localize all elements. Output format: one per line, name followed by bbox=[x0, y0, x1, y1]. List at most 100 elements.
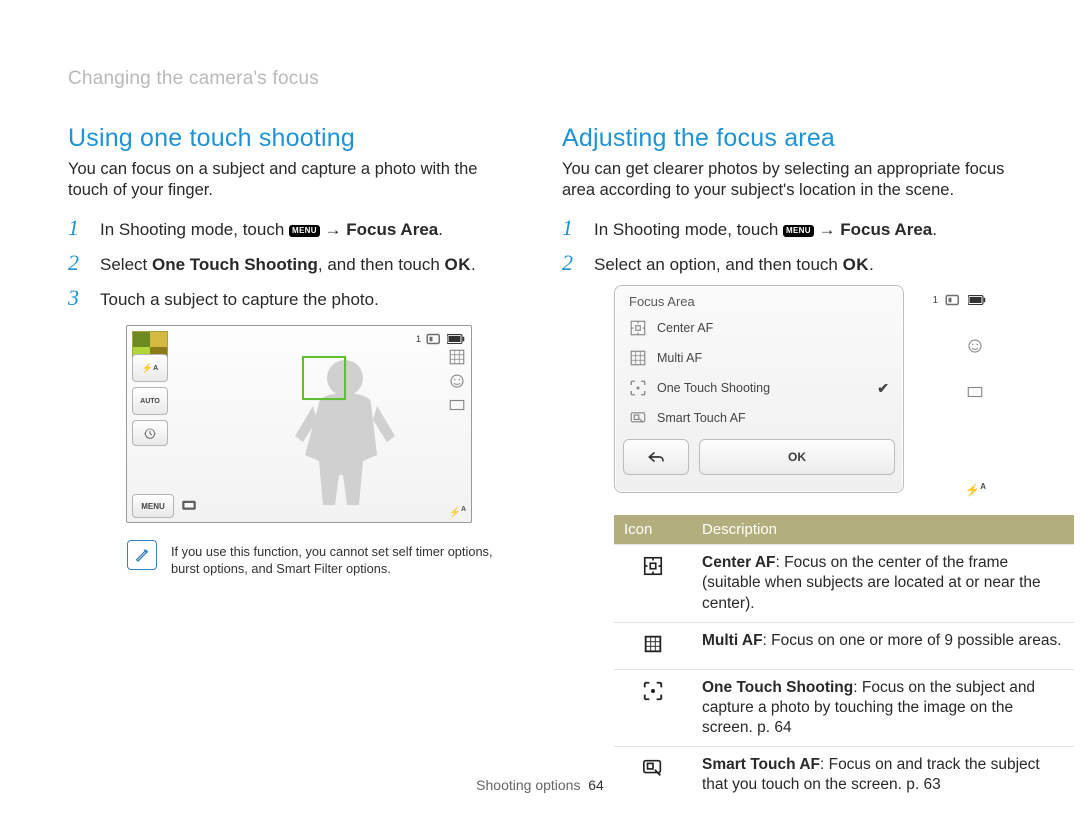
arrow-icon: → bbox=[819, 220, 841, 239]
note-box: If you use this function, you cannot set… bbox=[126, 539, 518, 579]
preview-right-icons bbox=[448, 348, 466, 414]
focus-box bbox=[302, 356, 346, 400]
face-icon bbox=[966, 337, 984, 355]
shot-counter: 1 bbox=[416, 334, 421, 344]
table-row: Center AF: Focus on the center of the fr… bbox=[614, 545, 1074, 622]
storage-icon bbox=[425, 330, 443, 348]
option-center-af[interactable]: Center AF bbox=[623, 313, 895, 343]
camera-preview: 1 ⚡A AUTO ME bbox=[126, 325, 472, 523]
note-icon bbox=[127, 540, 157, 570]
multi-af-icon bbox=[614, 622, 692, 669]
preview-top-status: 1 bbox=[416, 330, 465, 348]
one-touch-icon bbox=[614, 669, 692, 746]
step2-tail: . bbox=[471, 255, 476, 274]
smart-touch-icon bbox=[614, 747, 692, 804]
grid-icon bbox=[448, 348, 466, 366]
dialog-title: Focus Area bbox=[629, 294, 895, 309]
check-icon: ✔ bbox=[877, 380, 889, 397]
breadcrumb: Changing the camera's focus bbox=[68, 68, 1012, 90]
row-bold: One Touch Shooting bbox=[702, 679, 853, 696]
menu-icon: MENU bbox=[783, 225, 814, 237]
step-text: Touch a subject to capture the photo. bbox=[100, 290, 379, 310]
storage-icon bbox=[944, 291, 962, 309]
menu-icon: MENU bbox=[289, 225, 320, 237]
footer-section: Shooting options bbox=[476, 777, 580, 793]
flash-button[interactable]: ⚡A bbox=[132, 354, 168, 382]
step-text: In Shooting mode, touch MENU → Focus Are… bbox=[100, 220, 443, 240]
table-row: Smart Touch AF: Focus on and track the s… bbox=[614, 747, 1074, 804]
focus-area-dialog: Focus Area Center AF Multi AF One Touch … bbox=[614, 285, 904, 493]
step2-pre: Select bbox=[100, 255, 152, 274]
table-row: One Touch Shooting: Focus on the subject… bbox=[614, 669, 1074, 746]
step2-bold: One Touch Shooting bbox=[152, 255, 318, 274]
iso-icon bbox=[448, 396, 466, 414]
smart-touch-icon bbox=[629, 409, 647, 427]
desc-cell: One Touch Shooting: Focus on the subject… bbox=[692, 669, 1074, 746]
center-af-icon bbox=[629, 319, 647, 337]
option-multi-af[interactable]: Multi AF bbox=[623, 343, 895, 373]
footer-page: 64 bbox=[588, 777, 604, 793]
ok-icon: OK bbox=[843, 255, 870, 274]
row-rest: : Focus on one or more of 9 possible are… bbox=[763, 632, 1062, 649]
col-left: Using one touch shooting You can focus o… bbox=[68, 124, 518, 803]
option-smart-touch[interactable]: Smart Touch AF bbox=[623, 403, 895, 433]
flash-indicator: ⚡A bbox=[448, 506, 466, 518]
r-step1-pre: In Shooting mode, touch bbox=[594, 220, 783, 239]
page-footer: Shooting options 64 bbox=[0, 777, 1080, 793]
arrow-icon: → bbox=[325, 220, 347, 239]
row-bold: Smart Touch AF bbox=[702, 756, 820, 773]
timer-button[interactable] bbox=[132, 420, 168, 446]
step-text: In Shooting mode, touch MENU → Focus Are… bbox=[594, 220, 937, 240]
option-label: Multi AF bbox=[657, 351, 702, 365]
col-right: Adjusting the focus area You can get cle… bbox=[562, 124, 1012, 803]
multi-af-icon bbox=[629, 349, 647, 367]
desc-cell: Center AF: Focus on the center of the fr… bbox=[692, 545, 1074, 622]
step2-mid: , and then touch bbox=[318, 255, 445, 274]
shot-counter: 1 bbox=[932, 295, 938, 306]
step-text: Select an option, and then touch OK. bbox=[594, 255, 874, 275]
th-icon: Icon bbox=[614, 515, 692, 545]
iso-icon bbox=[966, 383, 984, 401]
focus-area-dialog-wrap: Focus Area Center AF Multi AF One Touch … bbox=[614, 285, 986, 501]
focus-area-table: Icon Description Center AF: Focus on the… bbox=[614, 515, 1074, 803]
center-af-icon bbox=[614, 545, 692, 622]
r-step2-tail: . bbox=[869, 255, 874, 274]
option-label: One Touch Shooting bbox=[657, 381, 770, 395]
steps-right: In Shooting mode, touch MENU → Focus Are… bbox=[562, 215, 1012, 276]
option-one-touch[interactable]: One Touch Shooting ✔ bbox=[623, 373, 895, 403]
note-text: If you use this function, you cannot set… bbox=[171, 543, 517, 578]
flash-indicator: ⚡A bbox=[965, 482, 986, 497]
step-text: Select One Touch Shooting, and then touc… bbox=[100, 255, 476, 275]
display-icon[interactable] bbox=[180, 497, 198, 515]
battery-icon bbox=[447, 334, 465, 344]
row-bold: Multi AF bbox=[702, 632, 763, 649]
desc-cell: Smart Touch AF: Focus on and track the s… bbox=[692, 747, 1074, 804]
step1-tail: . bbox=[438, 220, 443, 239]
ok-icon: OK bbox=[445, 255, 472, 274]
row-bold: Center AF bbox=[702, 554, 776, 571]
step1-bold: Focus Area bbox=[346, 220, 438, 239]
heading-focus-area: Adjusting the focus area bbox=[562, 124, 1012, 153]
r-step2-pre: Select an option, and then touch bbox=[594, 255, 843, 274]
lead-one-touch: You can focus on a subject and capture a… bbox=[68, 159, 518, 201]
r-step1-bold: Focus Area bbox=[840, 220, 932, 239]
step1-pre: In Shooting mode, touch bbox=[100, 220, 289, 239]
desc-cell: Multi AF: Focus on one or more of 9 poss… bbox=[692, 622, 1074, 669]
back-button[interactable] bbox=[623, 439, 689, 475]
steps-left: In Shooting mode, touch MENU → Focus Are… bbox=[68, 215, 518, 311]
heading-one-touch: Using one touch shooting bbox=[68, 124, 518, 153]
option-label: Center AF bbox=[657, 321, 713, 335]
r-step1-tail: . bbox=[932, 220, 937, 239]
table-row: Multi AF: Focus on one or more of 9 poss… bbox=[614, 622, 1074, 669]
battery-icon bbox=[968, 295, 986, 305]
dialog-side-status: 1 ⚡A bbox=[932, 291, 986, 499]
lead-focus-area: You can get clearer photos by selecting … bbox=[562, 159, 1012, 201]
option-label: Smart Touch AF bbox=[657, 411, 746, 425]
menu-button[interactable]: MENU bbox=[132, 494, 174, 518]
mode-button[interactable]: AUTO bbox=[132, 387, 168, 415]
face-icon bbox=[448, 372, 466, 390]
th-desc: Description bbox=[692, 515, 1074, 545]
one-touch-icon bbox=[629, 379, 647, 397]
preview-left-buttons: ⚡A AUTO bbox=[132, 354, 168, 446]
ok-button[interactable]: OK bbox=[699, 439, 895, 475]
